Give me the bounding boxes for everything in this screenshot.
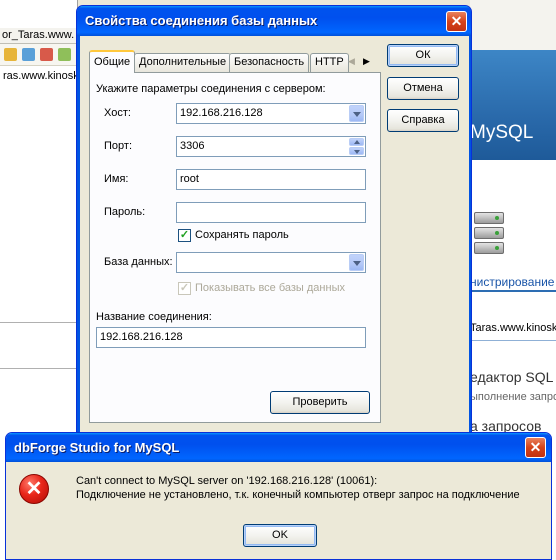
test-connection-button[interactable]: Проверить	[270, 391, 370, 414]
start-page-header	[470, 0, 556, 50]
database-label: База данных:	[104, 256, 173, 268]
mysql-banner: MySQL	[470, 50, 556, 160]
user-label: Имя:	[104, 173, 129, 185]
dialog-title[interactable]: Свойства соединения базы данных	[77, 6, 471, 36]
cancel-button[interactable]: Отмена	[387, 77, 459, 100]
tab-advanced[interactable]: Дополнительные	[134, 53, 232, 72]
show-all-databases-checkbox[interactable]: ✓	[178, 282, 191, 295]
divider	[470, 290, 556, 292]
password-input[interactable]	[176, 202, 366, 223]
save-password-label[interactable]: Сохранять пароль	[195, 229, 289, 241]
chevron-down-icon[interactable]	[349, 105, 364, 122]
connect-icon[interactable]	[4, 48, 17, 61]
connection-name-label: Название соединения:	[96, 311, 212, 323]
database-combobox[interactable]	[176, 252, 366, 273]
host-combobox[interactable]: 192.168.216.128	[176, 103, 366, 124]
general-tab-panel: Укажите параметры соединения с сервером:…	[89, 72, 381, 423]
help-button[interactable]: Справка	[387, 109, 459, 132]
port-spinner[interactable]: 3306	[176, 136, 366, 157]
tab-scroll-left-icon[interactable]: ◀	[344, 53, 359, 70]
filter-icon[interactable]	[58, 48, 71, 61]
error-dialog-body: ✕ Can't connect to MySQL server on '192.…	[9, 462, 548, 559]
error-dialog: dbForge Studio for MySQL ✕ ✕ Can't conne…	[5, 432, 552, 560]
administration-link[interactable]: нистрирование	[470, 275, 556, 289]
server-stack-icon	[474, 212, 504, 256]
sql-editor-heading: едактор SQL	[470, 369, 554, 385]
password-label: Пароль:	[104, 206, 146, 218]
close-icon[interactable]: ✕	[525, 437, 546, 458]
document-tab[interactable]: or_Taras.www.	[0, 28, 78, 44]
connection-properties-dialog: Свойства соединения базы данных ✕ Общие …	[76, 5, 472, 437]
chevron-down-icon[interactable]	[349, 254, 364, 271]
error-dialog-title[interactable]: dbForge Studio for MySQL	[6, 433, 551, 462]
refresh-icon[interactable]	[22, 48, 35, 61]
tab-scroll-right-icon[interactable]: ▶	[359, 53, 374, 70]
error-ok-button[interactable]: OK	[243, 524, 317, 547]
error-icon: ✕	[19, 474, 49, 504]
host-value: 192.168.216.128	[180, 107, 263, 119]
tab-http[interactable]: HTTP	[310, 53, 349, 72]
section-label: Укажите параметры соединения с сервером:	[96, 83, 326, 95]
spin-down-icon[interactable]	[349, 147, 364, 155]
port-value: 3306	[180, 140, 205, 152]
sql-editor-description: ыполнение запрос	[470, 391, 556, 403]
recent-connection-link[interactable]: Taras.www.kinosk	[470, 322, 556, 334]
tree-item-connection[interactable]: ras.www.kinoskor	[0, 68, 78, 86]
divider	[0, 368, 78, 369]
mysql-banner-text: MySQL	[470, 122, 534, 143]
tab-security[interactable]: Безопасность	[229, 53, 310, 72]
close-icon[interactable]: ✕	[446, 11, 467, 32]
save-password-checkbox[interactable]: ✓	[178, 229, 191, 242]
ok-button[interactable]: ОК	[387, 44, 459, 67]
error-message-line1: Can't connect to MySQL server on '192.16…	[76, 475, 378, 487]
port-label: Порт:	[104, 140, 132, 152]
connection-name-input[interactable]: 192.168.216.128	[96, 327, 366, 348]
spin-up-icon[interactable]	[349, 138, 364, 146]
dialog-body: Общие Дополнительные Безопасность HTTP ◀…	[81, 36, 469, 434]
tab-general[interactable]: Общие	[89, 50, 136, 73]
user-input[interactable]: root	[176, 169, 366, 190]
tab-strip: Общие Дополнительные Безопасность HTTP ◀…	[89, 50, 375, 73]
divider	[0, 322, 78, 323]
host-label: Хост:	[104, 107, 131, 119]
divider	[470, 340, 556, 341]
left-toolbar	[0, 44, 78, 66]
error-message-line2: Подключение не установлено, т.к. конечны…	[76, 489, 520, 501]
delete-icon[interactable]	[40, 48, 53, 61]
show-all-databases-label: Показывать все базы данных	[195, 282, 345, 294]
